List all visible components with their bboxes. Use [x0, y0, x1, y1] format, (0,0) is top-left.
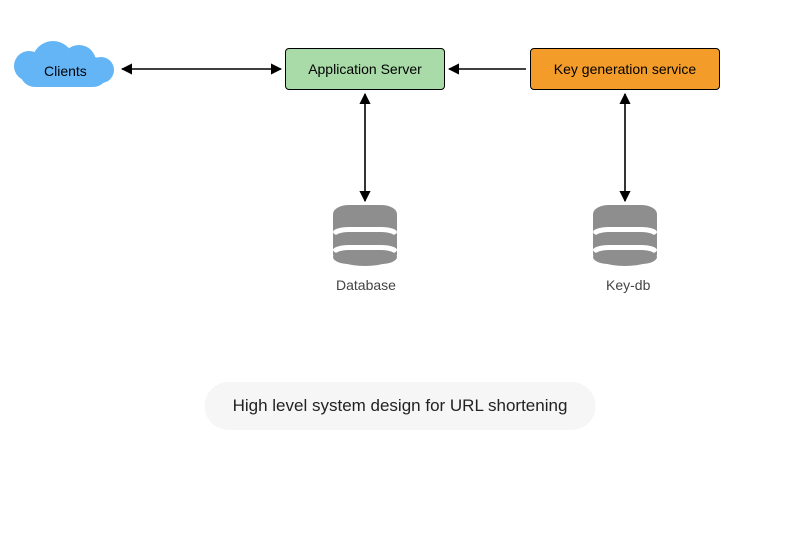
- clients-label: Clients: [44, 63, 87, 79]
- application-server-node: Application Server: [285, 48, 445, 90]
- key-generation-service-label: Key generation service: [554, 61, 696, 77]
- database-icon: [333, 205, 397, 269]
- keydb-icon: [593, 205, 657, 269]
- key-generation-service-node: Key generation service: [530, 48, 720, 90]
- keydb-label: Key-db: [606, 277, 650, 293]
- diagram-caption: High level system design for URL shorten…: [205, 382, 596, 430]
- application-server-label: Application Server: [308, 61, 422, 77]
- database-label: Database: [336, 277, 396, 293]
